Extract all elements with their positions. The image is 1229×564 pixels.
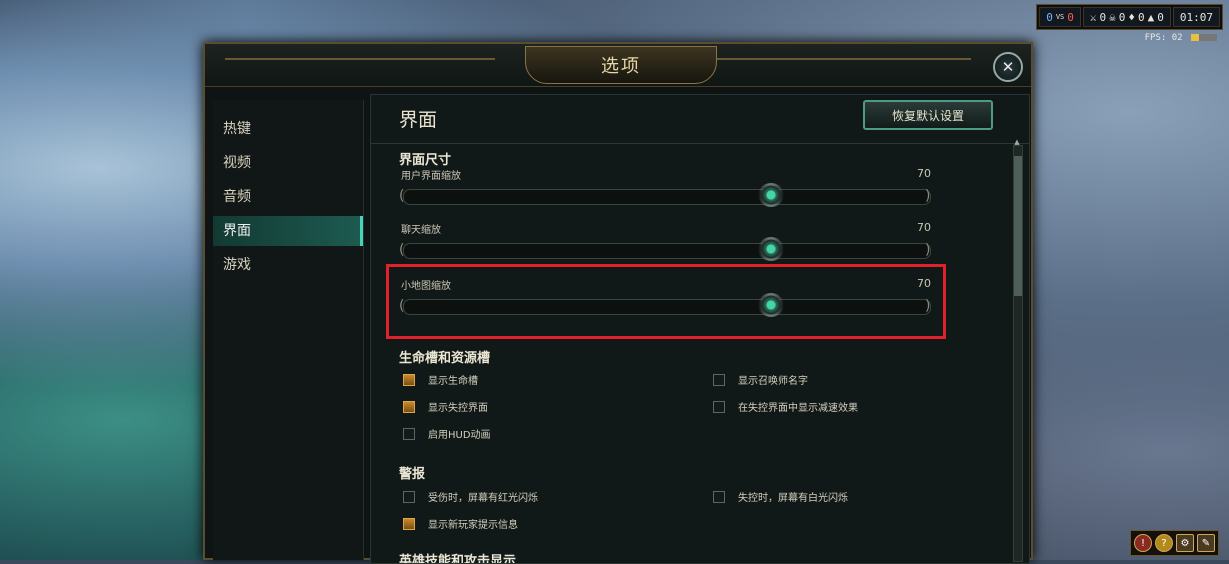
checkbox[interactable] — [403, 517, 415, 530]
option-label: 启用HUD动画 — [428, 430, 491, 441]
red-score: 0 — [1067, 10, 1074, 24]
option-label: 受伤时，屏幕有红光闪烁 — [428, 493, 538, 504]
vs-label: VS — [1055, 13, 1065, 21]
slider-left-cap-icon: ( — [399, 242, 405, 258]
slider-handle[interactable] — [758, 237, 785, 261]
close-button[interactable]: ✕ — [993, 52, 1023, 82]
slider-track[interactable] — [403, 189, 931, 205]
sidebar-item-video[interactable]: 视频 — [213, 148, 363, 178]
header-ornament — [225, 58, 495, 60]
option-label: 显示召唤师名字 — [738, 376, 808, 387]
fps-label: FPS: — [1144, 33, 1167, 43]
minion-icon: ▲ — [1147, 10, 1155, 24]
option-show-summoner-name[interactable]: 显示召唤师名字 — [713, 372, 808, 387]
fps-display: FPS: 02 — [1145, 33, 1217, 43]
skull-icon: ☠ — [1109, 10, 1116, 24]
slider-track[interactable] — [403, 243, 931, 259]
header-ornament — [701, 58, 971, 60]
reset-defaults-button[interactable]: 恢复默认设置 — [863, 100, 993, 130]
blue-score: 0 — [1046, 10, 1053, 24]
option-white-flash-on-cc[interactable]: 失控时，屏幕有白光闪烁 — [713, 489, 848, 504]
minimap-controls: ! ? ⚙ ✎ — [1130, 530, 1219, 556]
option-label: 在失控界面中显示减速效果 — [738, 403, 858, 414]
slider-handle[interactable] — [758, 183, 785, 207]
slider-value: 70 — [917, 221, 931, 234]
sidebar-item-game[interactable]: 游戏 — [213, 250, 363, 280]
minimap-tool-icon[interactable]: ⚙ — [1176, 534, 1194, 552]
scoreboard: 0 VS 0 ⚔ 0 ☠ 0 ♦ 0 ▲ 0 01:07 — [1036, 4, 1223, 30]
checkbox[interactable] — [403, 427, 415, 440]
checkbox[interactable] — [713, 400, 725, 413]
deaths-value: 0 — [1118, 10, 1126, 24]
sidebar-item-audio[interactable]: 音频 — [213, 182, 363, 212]
options-sidebar: 热键 视频 音频 界面 游戏 — [213, 100, 364, 560]
panel-header: 界面 恢复默认设置 — [371, 95, 1029, 144]
kills-value: 0 — [1099, 10, 1107, 24]
chat-scale-slider[interactable]: 聊天缩放 70 ( ) — [399, 221, 931, 269]
gold-icon: ♦ — [1128, 10, 1135, 24]
option-label: 显示生命槽 — [428, 376, 478, 387]
checkbox[interactable] — [403, 490, 415, 503]
option-red-flash-on-damage[interactable]: 受伤时，屏幕有红光闪烁 — [403, 489, 538, 504]
sidebar-item-interface[interactable]: 界面 — [213, 216, 363, 246]
option-label: 显示新玩家提示信息 — [428, 520, 518, 531]
kda: ⚔ 0 ☠ 0 ♦ 0 ▲ 0 — [1082, 7, 1171, 27]
minimap-tool-icon[interactable]: ✎ — [1197, 534, 1215, 552]
page-title: 界面 — [399, 109, 438, 131]
slider-right-cap-icon: ) — [925, 188, 931, 204]
checkbox[interactable] — [713, 490, 725, 503]
alert-icon[interactable]: ! — [1134, 534, 1152, 552]
slider-label: 用户界面缩放 — [401, 171, 461, 182]
scrollbar[interactable]: ▲ — [1013, 138, 1023, 562]
sidebar-item-hotkeys[interactable]: 热键 — [213, 114, 363, 144]
cs-value: 0 — [1157, 10, 1164, 24]
game-timer: 01:07 — [1172, 7, 1220, 27]
team-score: 0 VS 0 — [1039, 7, 1081, 27]
group-title-ui-size: 界面尺寸 — [399, 153, 452, 168]
ping-bars-icon — [1191, 34, 1217, 41]
checkbox[interactable] — [403, 373, 415, 386]
option-show-cc-ui[interactable]: 显示失控界面 — [403, 399, 488, 414]
group-title-alerts: 警报 — [399, 467, 426, 482]
option-show-slow-in-cc[interactable]: 在失控界面中显示减速效果 — [713, 399, 858, 414]
assists-value: 0 — [1138, 10, 1145, 24]
option-show-health-bar[interactable]: 显示生命槽 — [403, 372, 478, 387]
window-header: 选项 ✕ — [205, 44, 1031, 87]
checkbox[interactable] — [403, 400, 415, 413]
highlight-box — [386, 264, 946, 339]
group-title-abilities: 英雄技能和攻击显示 — [399, 554, 517, 564]
slider-label: 聊天缩放 — [401, 225, 441, 236]
scroll-up-icon[interactable]: ▲ — [1013, 138, 1021, 146]
ui-scale-slider[interactable]: 用户界面缩放 70 ( ) — [399, 167, 931, 215]
option-enable-hud-animation[interactable]: 启用HUD动画 — [403, 426, 491, 441]
scroll-thumb[interactable] — [1014, 156, 1022, 296]
group-title-hp-bars: 生命槽和资源槽 — [399, 351, 491, 366]
sword-icon: ⚔ — [1089, 10, 1097, 24]
slider-right-cap-icon: ) — [925, 242, 931, 258]
slider-left-cap-icon: ( — [399, 188, 405, 204]
window-title: 选项 — [525, 46, 717, 84]
checkbox[interactable] — [713, 373, 725, 386]
question-icon[interactable]: ? — [1155, 534, 1173, 552]
option-label: 失控时，屏幕有白光闪烁 — [738, 493, 848, 504]
option-label: 显示失控界面 — [428, 403, 488, 414]
option-new-player-tips[interactable]: 显示新玩家提示信息 — [403, 516, 518, 531]
fps-value: 02 — [1171, 33, 1183, 43]
slider-value: 70 — [917, 167, 931, 180]
